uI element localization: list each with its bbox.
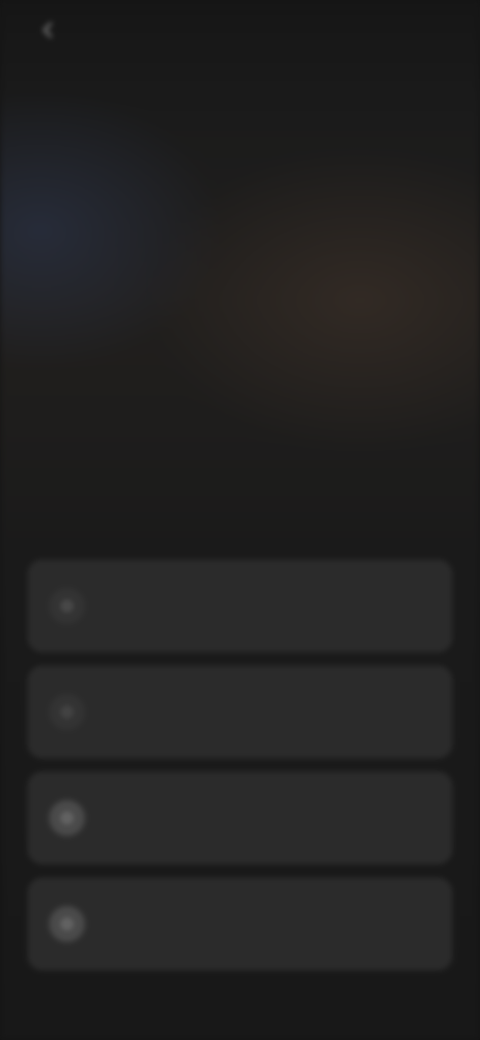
option-card-3[interactable] [28, 772, 452, 864]
back-arrow-icon[interactable] [30, 12, 66, 48]
top-bar [0, 0, 480, 70]
option-card-1[interactable] [28, 560, 452, 652]
option-card-2[interactable] [28, 666, 452, 758]
option-icon [49, 588, 85, 624]
option-icon [49, 800, 85, 836]
hero-section [20, 410, 460, 426]
page-title [120, 50, 300, 68]
option-icon [49, 694, 85, 730]
options-list [28, 560, 452, 984]
option-card-4[interactable] [28, 878, 452, 970]
app-screen [0, 0, 480, 1040]
option-icon [49, 906, 85, 942]
